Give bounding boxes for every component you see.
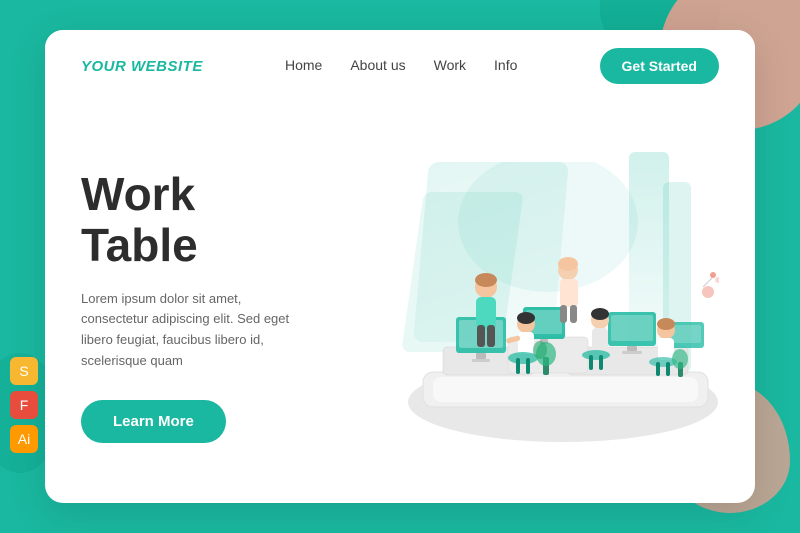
learn-more-button[interactable]: Learn More bbox=[81, 400, 226, 443]
nav-work[interactable]: Work bbox=[434, 57, 466, 73]
left-tools: S F Ai bbox=[10, 357, 38, 453]
hero-description: Lorem ipsum dolor sit amet, consectetur … bbox=[81, 289, 301, 372]
navbar: YOUR WEBSITE Home About us Work Info Get… bbox=[45, 30, 755, 102]
hero-section: Work Table Lorem ipsum dolor sit amet, c… bbox=[45, 102, 755, 503]
nav-info[interactable]: Info bbox=[494, 57, 517, 73]
hero-title: Work Table bbox=[81, 169, 341, 270]
hero-illustration bbox=[341, 102, 719, 503]
logo: YOUR WEBSITE bbox=[81, 58, 203, 75]
hero-text: Work Table Lorem ipsum dolor sit amet, c… bbox=[81, 169, 341, 442]
get-started-button[interactable]: Get Started bbox=[600, 48, 719, 84]
logo-website: WEBSITE bbox=[131, 58, 203, 75]
nav-about[interactable]: About us bbox=[350, 57, 405, 73]
logo-your: YOUR bbox=[81, 58, 126, 75]
illustrator-icon: Ai bbox=[10, 425, 38, 453]
isometric-illustration bbox=[368, 162, 719, 462]
main-card: YOUR WEBSITE Home About us Work Info Get… bbox=[45, 30, 755, 503]
figma-icon: F bbox=[10, 391, 38, 419]
sketch-icon: S bbox=[10, 357, 38, 385]
nav-links: Home About us Work Info bbox=[285, 57, 517, 75]
nav-home[interactable]: Home bbox=[285, 57, 322, 73]
